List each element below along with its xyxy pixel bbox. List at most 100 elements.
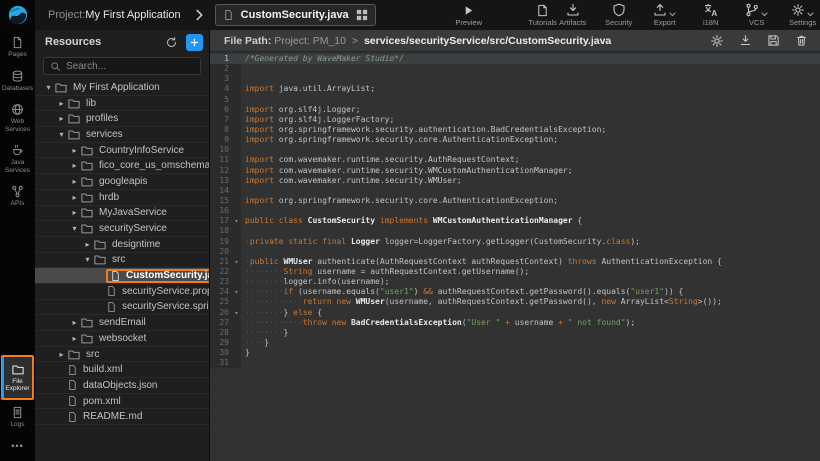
code-text: ········if (username.equals("user1") && … — [241, 287, 820, 297]
tree-item[interactable]: ▸CountryInfoService — [35, 143, 209, 159]
gutter-space — [232, 186, 241, 196]
tree-item[interactable]: ▸ hrdb — [35, 190, 209, 206]
tree-item-label: pom.xml — [83, 396, 121, 407]
tree-item-label: src — [86, 349, 99, 360]
artifacts-button[interactable]: Artifacts — [558, 3, 588, 27]
gear-icon[interactable] — [710, 34, 724, 48]
line-number: 15 — [210, 196, 232, 206]
sidebar-item-apis[interactable]: APIs — [0, 179, 35, 213]
export-button[interactable]: Export — [650, 3, 680, 27]
vcs-button[interactable]: VCS — [742, 3, 772, 27]
code-text: ············return new WMUser(username, … — [241, 297, 820, 307]
tree-item[interactable]: ▾securityService — [35, 221, 209, 237]
expand-arrow-icon[interactable]: ▸ — [69, 193, 80, 202]
expand-arrow-icon[interactable]: ▸ — [69, 318, 80, 327]
gutter-space — [232, 277, 241, 287]
collapse-arrow-icon[interactable]: ▾ — [43, 83, 54, 92]
code-line: 7import org.slf4j.LoggerFactory; — [210, 115, 820, 125]
sidebar-item-databases[interactable]: Databases — [0, 64, 35, 98]
gutter-space — [232, 64, 241, 74]
tutorials-button[interactable]: Tutorials — [528, 3, 558, 27]
tree-item[interactable]: ▸fico_core_us_omschema — [35, 158, 209, 174]
tree-item[interactable]: ▸lib — [35, 96, 209, 112]
expand-arrow-icon[interactable]: ▸ — [82, 240, 93, 249]
code-text — [241, 206, 820, 216]
search-input[interactable] — [66, 61, 194, 72]
expand-arrow-icon[interactable]: ▸ — [69, 208, 80, 217]
line-number: 13 — [210, 176, 232, 186]
tree-item[interactable]: securityService.properties — [35, 284, 209, 300]
trash-icon[interactable] — [795, 34, 808, 48]
tree-item[interactable]: ▸ src — [35, 347, 209, 363]
i18n-button[interactable]: Ai18N — [696, 3, 726, 27]
fold-toggle-icon[interactable]: ▾ — [232, 257, 241, 267]
gutter-space — [232, 176, 241, 186]
code-text: ····} — [241, 338, 820, 348]
file-icon — [106, 285, 117, 297]
tree-item[interactable]: CustomSecurity.java — [35, 268, 209, 284]
project-breadcrumb: Project:My First Application — [48, 9, 181, 21]
collapse-arrow-icon[interactable]: ▾ — [56, 130, 67, 139]
tree-item-label: hrdb — [99, 192, 119, 203]
more-options-button[interactable]: ••• — [0, 433, 35, 461]
tree-item[interactable]: ▸profiles — [35, 111, 209, 127]
collapse-arrow-icon[interactable]: ▾ — [82, 255, 93, 264]
fold-toggle-icon[interactable]: ▾ — [232, 216, 241, 226]
code-line: 17▾public class CustomSecurity implement… — [210, 216, 820, 226]
line-number: 4 — [210, 84, 232, 94]
code-editor[interactable]: 1/*Generated by WaveMaker Studio*/234imp… — [210, 52, 820, 368]
expand-arrow-icon[interactable]: ▸ — [69, 177, 80, 186]
save-icon[interactable] — [767, 34, 780, 48]
gutter-space — [232, 318, 241, 328]
fold-toggle-icon[interactable]: ▾ — [232, 287, 241, 297]
tree-item[interactable]: ▸designtime — [35, 237, 209, 253]
sidebar-item-web-services[interactable]: Web Services — [0, 97, 35, 138]
left-rail: PagesDatabasesWeb ServicesJava ServicesA… — [0, 30, 35, 461]
tree-item[interactable]: build.xml — [35, 362, 209, 378]
tree-item[interactable]: README.md — [35, 409, 209, 425]
wavemaker-logo[interactable] — [0, 0, 35, 30]
expand-arrow-icon[interactable]: ▸ — [69, 334, 80, 343]
fold-toggle-icon[interactable]: ▾ — [232, 308, 241, 318]
file-icon — [110, 270, 121, 282]
grid-icon[interactable] — [356, 9, 368, 21]
preview-button[interactable]: Preview — [454, 3, 484, 27]
code-line: 15import org.springframework.security.co… — [210, 196, 820, 206]
download-icon[interactable] — [739, 34, 752, 48]
line-number: 25 — [210, 297, 232, 307]
tab-customsecurity-java[interactable]: CustomSecurity.java — [215, 4, 376, 26]
expand-arrow-icon[interactable]: ▸ — [56, 350, 67, 359]
add-resource-button[interactable] — [186, 34, 203, 51]
collapse-arrow-icon[interactable]: ▾ — [69, 224, 80, 233]
tree-item[interactable]: ▾services — [35, 127, 209, 143]
tree-item[interactable]: pom.xml — [35, 394, 209, 410]
sidebar-item-java-services[interactable]: Java Services — [0, 138, 35, 179]
sidebar-item-file-explorer[interactable]: File Explorer — [1, 355, 34, 400]
tree-item-label: My First Application — [73, 82, 160, 93]
tree-item[interactable]: ▸googleapis — [35, 174, 209, 190]
sidebar-item-pages[interactable]: Pages — [0, 30, 35, 64]
folder-icon — [93, 253, 107, 266]
expand-arrow-icon[interactable]: ▸ — [56, 114, 67, 123]
tree-item[interactable]: ▾ My First Application — [35, 80, 209, 96]
tree-item[interactable]: securityService.spring.xml — [35, 300, 209, 316]
code-line: 9import org.springframework.security.cor… — [210, 135, 820, 145]
expand-arrow-icon[interactable]: ▸ — [56, 99, 67, 108]
project-name: My First Application — [85, 9, 180, 21]
sidebar-item-logs[interactable]: Logs — [0, 400, 35, 434]
folder-icon — [80, 191, 94, 204]
refresh-icon[interactable] — [165, 36, 178, 49]
expand-arrow-icon[interactable]: ▸ — [69, 161, 80, 170]
settings-button[interactable]: Settings — [788, 3, 818, 27]
code-text: ········} — [241, 328, 820, 338]
tree-item[interactable]: ▸ sendEmail — [35, 315, 209, 331]
tree-item-label: sendEmail — [99, 317, 146, 328]
security-button[interactable]: Security — [604, 3, 634, 27]
line-number: 24 — [210, 287, 232, 297]
tree-item[interactable]: dataObjects.json — [35, 378, 209, 394]
expand-arrow-icon[interactable]: ▸ — [69, 146, 80, 155]
tree-item[interactable]: ▾src — [35, 253, 209, 269]
tree-item[interactable]: ▸MyJavaService — [35, 206, 209, 222]
search-box[interactable] — [43, 57, 201, 75]
tree-item[interactable]: ▸websocket — [35, 331, 209, 347]
